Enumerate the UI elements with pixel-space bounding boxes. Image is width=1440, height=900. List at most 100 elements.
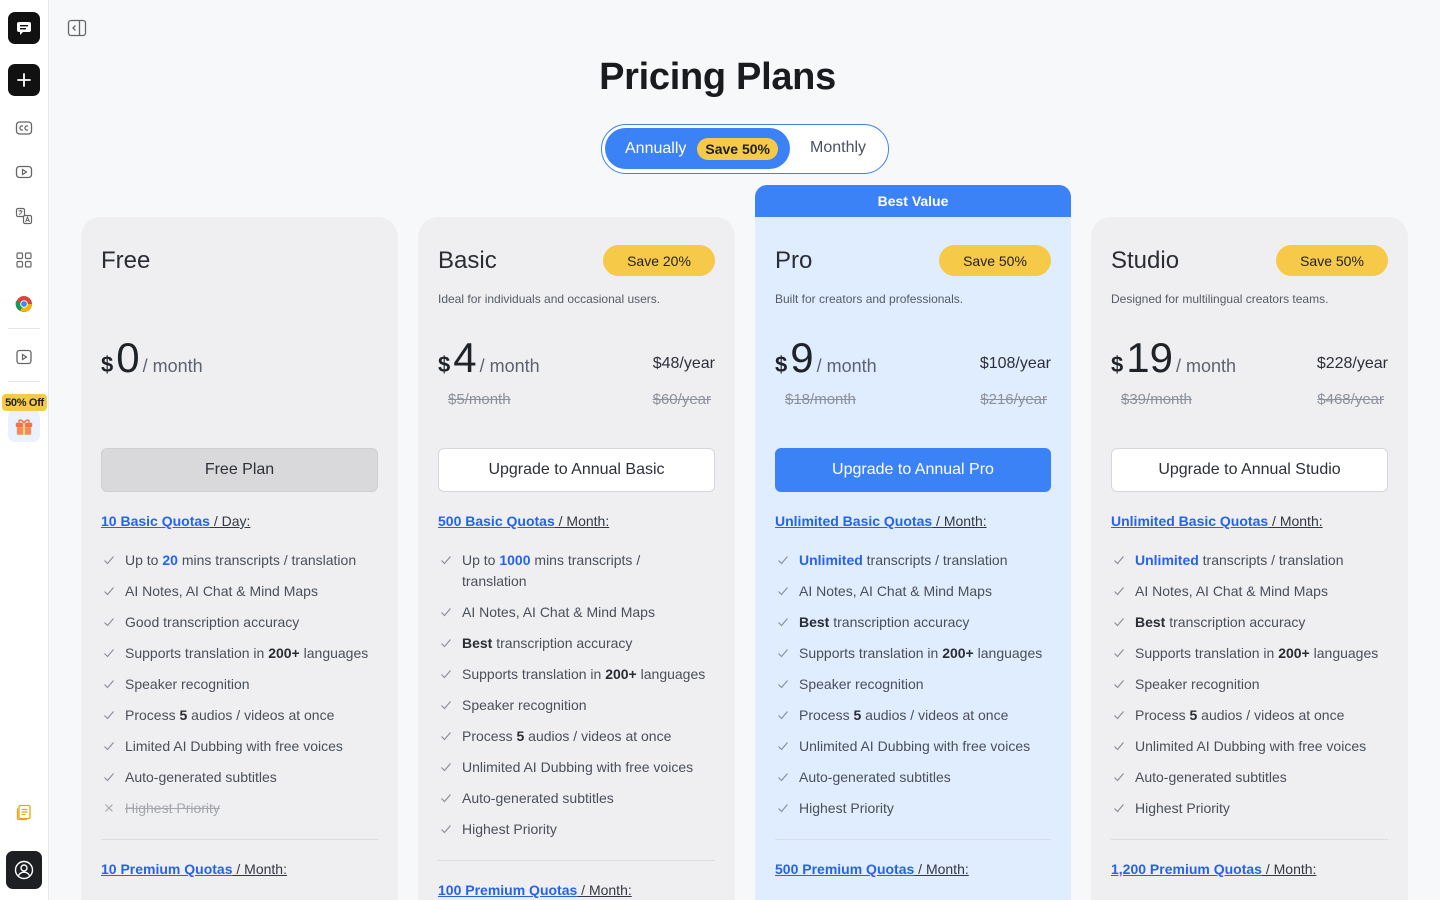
price-currency: $ bbox=[1111, 352, 1124, 377]
plan-cta-button[interactable]: Upgrade to Annual Pro bbox=[775, 448, 1051, 492]
gift-button[interactable] bbox=[8, 410, 40, 442]
feature-text: transcription accuracy bbox=[829, 614, 970, 630]
sidebar: 50% Off bbox=[0, 0, 49, 900]
page-title: Pricing Plans bbox=[0, 56, 1440, 99]
check-icon bbox=[1114, 680, 1124, 689]
feature-text: Supports translation in bbox=[799, 645, 943, 661]
discount-badge[interactable]: 50% Off bbox=[2, 394, 47, 411]
feature-text: Up to bbox=[462, 552, 500, 568]
basic-quota-link[interactable]: 500 Basic Quotas bbox=[438, 513, 555, 529]
page-title-text: Pricing Plans bbox=[599, 56, 836, 98]
plan-save-badge: Save 50% bbox=[939, 245, 1051, 276]
translate-icon bbox=[15, 207, 33, 225]
sidebar-item-chrome[interactable] bbox=[8, 288, 40, 320]
feature-item: Highest Priority bbox=[775, 798, 1051, 819]
sidebar-item-subtitles[interactable] bbox=[8, 112, 40, 144]
feature-item: Supports translation in 200+ languages bbox=[775, 643, 1051, 664]
check-icon bbox=[778, 711, 788, 720]
feature-item: Supports translation in 200+ languages bbox=[1111, 643, 1388, 664]
premium-quota-heading: 100 Premium Quotas / Month: bbox=[438, 882, 632, 898]
check-icon bbox=[778, 649, 788, 658]
feature-text: Auto-generated subtitles bbox=[125, 769, 277, 785]
feature-text: languages bbox=[636, 666, 706, 682]
basic-quota-link[interactable]: Unlimited Basic Quotas bbox=[1111, 513, 1268, 529]
premium-quota-link[interactable]: 1,200 Premium Quotas bbox=[1111, 861, 1262, 877]
plan-save-badge: Save 20% bbox=[603, 245, 715, 276]
premium-quota-link[interactable]: 10 Premium Quotas bbox=[101, 861, 233, 877]
plan-price: $4/ month bbox=[438, 334, 540, 382]
price-period: / month bbox=[142, 356, 203, 376]
feature-highlight: 1000 bbox=[499, 552, 531, 568]
feature-text: Highest Priority bbox=[462, 821, 557, 837]
feature-item: AI Notes, AI Chat & Mind Maps bbox=[101, 581, 378, 602]
sidebar-item-apps[interactable] bbox=[8, 244, 40, 276]
plan-price: $0/ month bbox=[101, 334, 203, 382]
feature-item: AI Notes, AI Chat & Mind Maps bbox=[438, 602, 715, 623]
sidebar-item-translate[interactable] bbox=[8, 200, 40, 232]
plan-cta-button[interactable]: Upgrade to Annual Studio bbox=[1111, 448, 1388, 492]
billing-monthly-option[interactable]: Monthly bbox=[810, 139, 866, 157]
feature-list: Unlimited transcripts / translation AI No… bbox=[775, 550, 1051, 829]
plan-price: $9/ month bbox=[775, 334, 877, 382]
feature-text: Unlimited AI Dubbing with free voices bbox=[462, 759, 694, 775]
check-icon bbox=[441, 701, 451, 710]
basic-quota-heading: Unlimited Basic Quotas / Month: bbox=[775, 513, 987, 529]
chrome-icon bbox=[15, 296, 32, 312]
check-icon bbox=[441, 732, 451, 741]
plan-card-basic: Basic Save 20% Ideal for individuals and o… bbox=[418, 217, 735, 900]
check-icon bbox=[441, 825, 451, 834]
check-icon bbox=[778, 773, 788, 782]
sidebar-collapse-icon[interactable] bbox=[67, 19, 87, 37]
basic-quota-suffix: / Month: bbox=[1268, 513, 1323, 529]
sidebar-divider bbox=[8, 328, 40, 329]
feature-highlight: Best bbox=[1135, 614, 1166, 630]
premium-quota-link[interactable]: 500 Premium Quotas bbox=[775, 861, 914, 877]
premium-quota-suffix: / Month: bbox=[914, 861, 969, 877]
basic-quota-heading: 10 Basic Quotas / Day: bbox=[101, 513, 250, 529]
sidebar-item-youtube[interactable] bbox=[8, 156, 40, 188]
check-icon bbox=[441, 763, 451, 772]
check-icon bbox=[441, 608, 451, 617]
feature-item: Unlimited transcripts / translation bbox=[1111, 550, 1388, 571]
feature-text: Speaker recognition bbox=[799, 676, 924, 692]
best-value-ribbon: Best Value bbox=[755, 185, 1071, 217]
app-logo-icon[interactable] bbox=[8, 12, 40, 44]
feature-highlight: 200+ bbox=[942, 645, 974, 661]
feature-list: Up to 1000 mins transcripts / translatio… bbox=[438, 550, 715, 850]
feature-item: Highest Priority bbox=[438, 819, 715, 840]
plan-cta-button[interactable]: Upgrade to Annual Basic bbox=[438, 448, 715, 492]
premium-quota-link[interactable]: 100 Premium Quotas bbox=[438, 882, 577, 898]
sidebar-item-video[interactable] bbox=[8, 341, 40, 373]
price-period: / month bbox=[816, 356, 877, 376]
apps-icon bbox=[16, 252, 32, 268]
feature-item: Auto-generated subtitles bbox=[775, 767, 1051, 788]
sidebar-item-files[interactable] bbox=[8, 796, 40, 828]
plan-cta-button[interactable]: Free Plan bbox=[101, 448, 378, 492]
check-icon bbox=[104, 773, 114, 782]
feature-text: Speaker recognition bbox=[125, 676, 250, 692]
feature-text: Supports translation in bbox=[462, 666, 606, 682]
basic-quota-link[interactable]: 10 Basic Quotas bbox=[101, 513, 210, 529]
check-icon bbox=[1114, 711, 1124, 720]
feature-item: AI Notes, AI Chat & Mind Maps bbox=[775, 581, 1051, 602]
price-original-yearly: $468/year bbox=[1317, 391, 1384, 408]
feature-item: Unlimited AI Dubbing with free voices bbox=[438, 757, 715, 778]
feature-text: transcripts / translation bbox=[862, 552, 1008, 568]
card-divider bbox=[775, 839, 1051, 840]
check-icon bbox=[104, 680, 114, 689]
check-icon bbox=[441, 670, 451, 679]
premium-quota-heading: 500 Premium Quotas / Month: bbox=[775, 861, 969, 877]
feature-text: Speaker recognition bbox=[1135, 676, 1260, 692]
price-amount: 9 bbox=[790, 334, 814, 381]
basic-quota-link[interactable]: Unlimited Basic Quotas bbox=[775, 513, 932, 529]
feature-text: Highest Priority bbox=[125, 800, 220, 816]
billing-annually-option[interactable]: Annually Save 50% bbox=[605, 128, 790, 169]
feature-text: Highest Priority bbox=[1135, 800, 1230, 816]
check-icon bbox=[1114, 618, 1124, 627]
feature-highlight: Unlimited bbox=[1135, 552, 1199, 568]
plan-name: Pro bbox=[775, 247, 813, 274]
feature-item: Unlimited AI Dubbing with free voices bbox=[1111, 736, 1388, 757]
user-account-button[interactable] bbox=[6, 851, 42, 889]
plan-description: Ideal for individuals and occasional use… bbox=[438, 292, 661, 306]
check-icon bbox=[1114, 649, 1124, 658]
